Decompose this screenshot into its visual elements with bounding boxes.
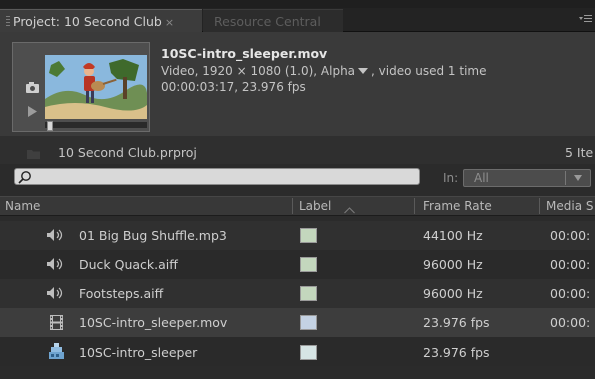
column-header-frame-rate[interactable]: Frame Rate: [423, 199, 492, 213]
column-header-name[interactable]: Name: [5, 199, 40, 213]
audio-icon: [46, 228, 66, 245]
folder-icon: [27, 148, 40, 162]
tab-project[interactable]: Project: 10 Second Club ×: [0, 9, 202, 32]
row-name: Duck Quack.aiff: [79, 257, 178, 272]
label-swatch[interactable]: [300, 228, 317, 243]
film-icon: [50, 315, 63, 333]
row-name: 10SC-intro_sleeper.mov: [79, 315, 228, 330]
tab-project-label: Project: 10 Second Club: [13, 14, 162, 29]
thumbnail-scrubber[interactable]: [45, 122, 147, 128]
clip-usage: , video used 1 time: [371, 64, 487, 78]
column-header-media-start[interactable]: Media S: [546, 199, 593, 213]
tab-resource-central-label: Resource Central: [214, 14, 321, 29]
audio-icon: [46, 257, 66, 274]
grip-icon[interactable]: [6, 16, 10, 27]
camera-icon[interactable]: [26, 82, 40, 96]
in-label: In:: [443, 171, 459, 185]
row-frame-rate: 23.976 fps: [423, 315, 490, 330]
chevron-down-icon[interactable]: [574, 175, 582, 181]
label-swatch[interactable]: [300, 286, 317, 301]
search-input[interactable]: [14, 168, 420, 185]
search-icon: [18, 171, 31, 184]
row-media-start: 00:00:: [550, 286, 591, 301]
column-header-label[interactable]: Label: [299, 199, 331, 213]
item-count: 5 Ite: [565, 145, 594, 160]
column-divider[interactable]: [414, 198, 415, 214]
in-filter-value: All: [474, 171, 489, 185]
tab-resource-central[interactable]: Resource Central: [203, 9, 343, 32]
project-file-name: 10 Second Club.prproj: [58, 145, 197, 160]
row-frame-rate: 23.976 fps: [423, 345, 490, 360]
clip-name: 10SC-intro_sleeper.mov: [161, 46, 328, 61]
close-icon[interactable]: ×: [165, 16, 174, 29]
clip-video-info: Video, 1920 × 1080 (1.0), Alpha , video u…: [161, 64, 486, 78]
row-name: Footsteps.aiff: [79, 286, 164, 301]
column-divider[interactable]: [539, 198, 540, 214]
play-icon[interactable]: [28, 106, 38, 120]
sort-ascending-icon[interactable]: [344, 203, 355, 217]
row-frame-rate: 96000 Hz: [423, 286, 483, 301]
label-swatch[interactable]: [300, 345, 317, 360]
column-divider[interactable]: [292, 198, 293, 214]
scrubber-handle[interactable]: [47, 121, 53, 131]
label-swatch[interactable]: [300, 315, 317, 330]
row-media-start: 00:00:: [550, 315, 591, 330]
row-frame-rate: 44100 Hz: [423, 228, 483, 243]
clip-timing: 00:00:03:17, 23.976 fps: [161, 80, 306, 94]
alpha-dropdown-icon[interactable]: [358, 68, 369, 74]
select-divider: [565, 171, 566, 185]
row-name: 10SC-intro_sleeper: [79, 345, 198, 360]
sequence-icon: [48, 343, 65, 362]
clip-thumbnail: [45, 55, 147, 119]
audio-icon: [46, 286, 66, 303]
row-frame-rate: 96000 Hz: [423, 257, 483, 272]
column-header-row: [0, 196, 595, 216]
label-swatch[interactable]: [300, 257, 317, 272]
panel-menu-icon[interactable]: [579, 12, 593, 26]
row-name: 01 Big Bug Shuffle.mp3: [79, 228, 227, 243]
row-media-start: 00:00:: [550, 228, 591, 243]
row-media-start: 00:00:: [550, 257, 591, 272]
clip-video-specs: Video, 1920 × 1080 (1.0), Alpha: [161, 64, 356, 78]
